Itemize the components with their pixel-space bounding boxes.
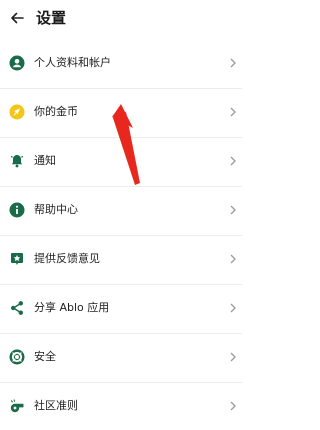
- settings-item-label: 帮助中心: [34, 203, 78, 216]
- chevron-right-icon: [228, 203, 238, 217]
- settings-item-coins[interactable]: 你的金币: [0, 89, 242, 138]
- settings-item-label: 提供反馈意见: [34, 252, 100, 265]
- app-header: 设置: [0, 0, 242, 36]
- coin-icon: [9, 104, 25, 120]
- chevron-right-icon: [228, 399, 238, 413]
- settings-item-profile[interactable]: 个人资料和帐户: [0, 40, 242, 89]
- feedback-star-icon: [9, 251, 25, 267]
- chevron-right-icon: [228, 154, 238, 168]
- whistle-icon: [9, 398, 25, 414]
- chevron-right-icon: [228, 252, 238, 266]
- settings-item-label: 安全: [34, 350, 56, 363]
- chevron-right-icon: [228, 105, 238, 119]
- settings-item-label: 社区准则: [34, 399, 78, 412]
- info-icon: [9, 202, 25, 218]
- bell-icon: [9, 153, 25, 169]
- settings-item-feedback[interactable]: 提供反馈意见: [0, 236, 242, 285]
- settings-item-share[interactable]: 分享 Ablo 应用: [0, 285, 242, 334]
- chevron-right-icon: [228, 56, 238, 70]
- settings-item-notifications[interactable]: 通知: [0, 138, 242, 187]
- page-title: 设置: [36, 9, 67, 27]
- back-arrow-icon[interactable]: [6, 7, 28, 29]
- settings-item-label: 通知: [34, 154, 56, 167]
- settings-item-security[interactable]: 安全: [0, 334, 242, 383]
- settings-item-label: 个人资料和帐户: [34, 56, 111, 69]
- settings-item-label: 分享 Ablo 应用: [34, 301, 110, 314]
- settings-item-help[interactable]: 帮助中心: [0, 187, 242, 236]
- chevron-right-icon: [228, 350, 238, 364]
- account-circle-icon: [9, 55, 25, 71]
- settings-item-label: 你的金币: [34, 105, 78, 118]
- settings-item-community-guidelines[interactable]: 社区准则: [0, 383, 242, 430]
- share-icon: [9, 300, 25, 316]
- lifebuoy-icon: [9, 349, 25, 365]
- chevron-right-icon: [228, 301, 238, 315]
